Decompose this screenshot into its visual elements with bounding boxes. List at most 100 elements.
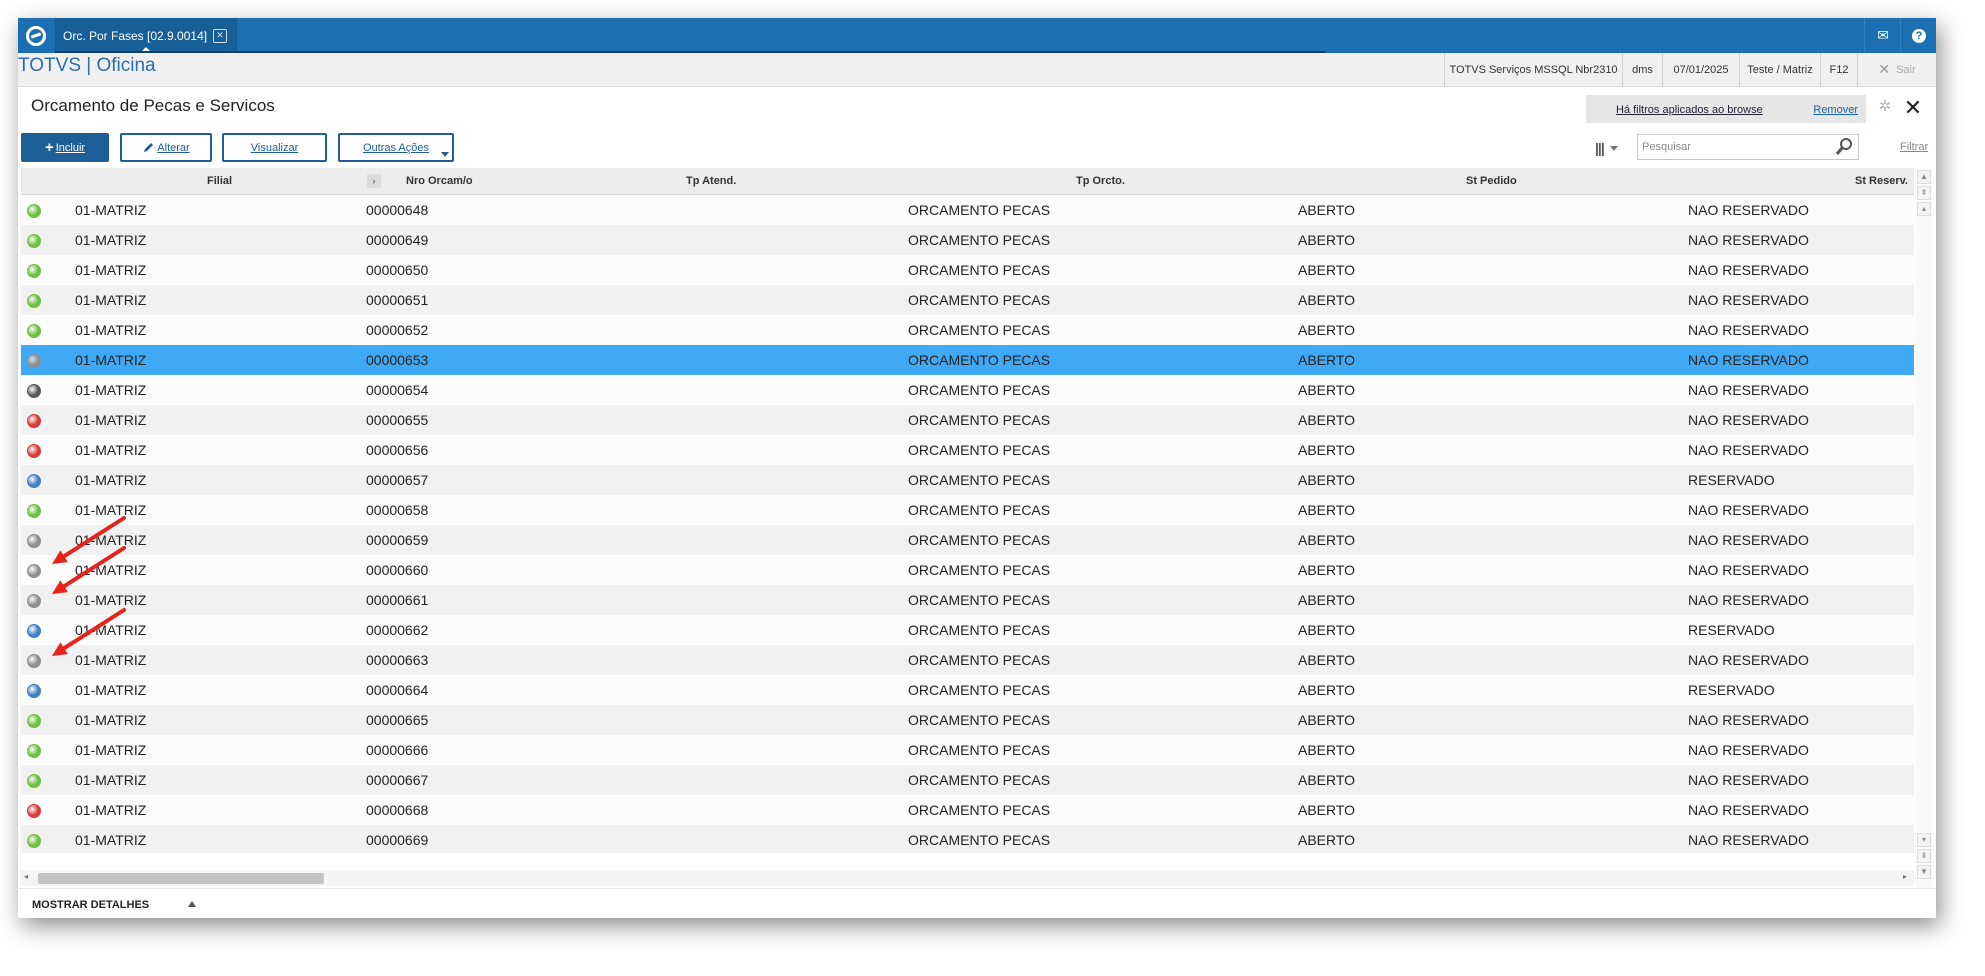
table-row[interactable]: 01-MATRIZ 00000648 ORCAMENTO PECAS ABERTO NA… bbox=[21, 195, 1914, 225]
cell-filial: 01-MATRIZ bbox=[75, 292, 147, 308]
cell-nro: 00000668 bbox=[366, 802, 429, 818]
scroll-right-icon[interactable]: ▸ bbox=[1903, 872, 1907, 881]
scroll-bottom-icon[interactable]: ▼ bbox=[1917, 865, 1931, 879]
server-info[interactable]: TOTVS Serviços MSSQL Nbr2310 bbox=[1444, 53, 1622, 86]
cell-st-pedido: ABERTO bbox=[1298, 442, 1356, 458]
table-row[interactable]: 01-MATRIZ 00000649 ORCAMENTO PECAS ABERTO NA… bbox=[21, 225, 1914, 255]
page-up-icon[interactable]: ⇞ bbox=[1917, 186, 1931, 200]
exit-button[interactable]: ✕ Sair bbox=[1857, 53, 1936, 86]
visualizar-button[interactable]: Visualizar bbox=[222, 133, 327, 162]
horizontal-scrollbar[interactable]: ◂ ▸ bbox=[21, 870, 1914, 886]
status-green-icon bbox=[27, 204, 41, 218]
cell-st-reserv: RESERVADO bbox=[1688, 622, 1775, 638]
filtrar-link[interactable]: Filtrar bbox=[1900, 141, 1928, 153]
cell-tp-orcto: ORCAMENTO PECAS bbox=[908, 802, 1051, 818]
cell-st-pedido: ABERTO bbox=[1298, 472, 1356, 488]
gear-icon[interactable]: ✲ bbox=[1875, 97, 1895, 117]
col-header-st-pedido[interactable]: St Pedido bbox=[1466, 175, 1517, 187]
date-info[interactable]: 07/01/2025 bbox=[1662, 53, 1739, 86]
cell-tp-orcto: ORCAMENTO PECAS bbox=[908, 832, 1051, 848]
search-input[interactable] bbox=[1637, 134, 1859, 160]
branch-info[interactable]: Teste / Matriz bbox=[1739, 53, 1820, 86]
table-row[interactable]: 01-MATRIZ 00000667 ORCAMENTO PECAS ABERTO NA… bbox=[21, 765, 1914, 795]
cell-st-pedido: ABERTO bbox=[1298, 622, 1356, 638]
cell-st-pedido: ABERTO bbox=[1298, 682, 1356, 698]
cell-st-pedido: ABERTO bbox=[1298, 532, 1356, 548]
filter-message-link[interactable]: Há filtros aplicados ao browse bbox=[1616, 104, 1763, 116]
remove-filter-link[interactable]: Remover bbox=[1813, 104, 1858, 116]
table-row[interactable]: 01-MATRIZ 00000666 ORCAMENTO PECAS ABERTO NA… bbox=[21, 735, 1914, 765]
close-window-button[interactable]: ✕ bbox=[1898, 94, 1928, 124]
table-row[interactable]: 01-MATRIZ 00000654 ORCAMENTO PECAS ABERTO NA… bbox=[21, 375, 1914, 405]
table-row[interactable]: 01-MATRIZ 00000662 ORCAMENTO PECAS ABERTO RE… bbox=[21, 615, 1914, 645]
vertical-scrollbar[interactable]: ▲ ⇞ ▴ ▾ ⇟ ▼ bbox=[1915, 168, 1932, 888]
scroll-left-icon[interactable]: ◂ bbox=[24, 872, 28, 881]
table-row[interactable]: 01-MATRIZ 00000653 ORCAMENTO PECAS ABERTO NA… bbox=[21, 345, 1914, 375]
cell-nro: 00000660 bbox=[366, 562, 429, 578]
show-details-button[interactable]: MOSTRAR DETALHES bbox=[32, 899, 149, 911]
f12-shortcut[interactable]: F12 bbox=[1820, 53, 1857, 86]
table-row[interactable]: 01-MATRIZ 00000651 ORCAMENTO PECAS ABERTO NA… bbox=[21, 285, 1914, 315]
cell-st-reserv: NAO RESERVADO bbox=[1688, 352, 1809, 368]
cell-st-reserv: NAO RESERVADO bbox=[1688, 322, 1809, 338]
cell-nro: 00000669 bbox=[366, 832, 429, 848]
horizontal-scroll-thumb[interactable] bbox=[38, 873, 324, 884]
table-row[interactable]: 01-MATRIZ 00000657 ORCAMENTO PECAS ABERTO RE… bbox=[21, 465, 1914, 495]
table-row[interactable]: 01-MATRIZ 00000658 ORCAMENTO PECAS ABERTO NA… bbox=[21, 495, 1914, 525]
totvs-logo-icon[interactable] bbox=[18, 18, 54, 53]
scroll-up-icon[interactable]: ▲ bbox=[1917, 170, 1931, 184]
outras-acoes-button[interactable]: Outras Ações bbox=[338, 133, 454, 162]
col-header-tp-orcto[interactable]: Tp Orcto. bbox=[1076, 175, 1125, 187]
incluir-button[interactable]: + Incluir bbox=[21, 133, 109, 162]
outras-acoes-label: Outras Ações bbox=[362, 141, 430, 154]
cell-filial: 01-MATRIZ bbox=[75, 382, 147, 398]
chevron-up-icon[interactable] bbox=[188, 901, 196, 907]
table-row[interactable]: 01-MATRIZ 00000663 ORCAMENTO PECAS ABERTO NA… bbox=[21, 645, 1914, 675]
scroll-top-icon[interactable]: ▴ bbox=[1917, 202, 1931, 216]
table-row[interactable]: 01-MATRIZ 00000656 ORCAMENTO PECAS ABERTO NA… bbox=[21, 435, 1914, 465]
table-row[interactable]: 01-MATRIZ 00000652 ORCAMENTO PECAS ABERTO NA… bbox=[21, 315, 1914, 345]
mail-icon[interactable]: ✉ bbox=[1864, 18, 1901, 53]
status-green-icon bbox=[27, 834, 41, 848]
table-row[interactable]: 01-MATRIZ 00000669 ORCAMENTO PECAS ABERTO NA… bbox=[21, 825, 1914, 853]
col-header-filial[interactable]: Filial bbox=[207, 175, 232, 187]
cell-st-reserv: NAO RESERVADO bbox=[1688, 562, 1809, 578]
scroll-down-icon[interactable]: ▾ bbox=[1917, 833, 1931, 847]
table-row[interactable]: 01-MATRIZ 00000665 ORCAMENTO PECAS ABERTO NA… bbox=[21, 705, 1914, 735]
cell-filial: 01-MATRIZ bbox=[75, 412, 147, 428]
cell-tp-orcto: ORCAMENTO PECAS bbox=[908, 652, 1051, 668]
status-green-icon bbox=[27, 324, 41, 338]
status-gray-icon bbox=[27, 594, 41, 608]
status-green-icon bbox=[27, 504, 41, 518]
close-tab-icon[interactable]: ✕ bbox=[213, 28, 228, 43]
cell-tp-orcto: ORCAMENTO PECAS bbox=[908, 712, 1051, 728]
chevron-down-icon bbox=[1609, 145, 1618, 151]
page-down-icon[interactable]: ⇟ bbox=[1917, 849, 1931, 863]
status-blue-icon bbox=[27, 474, 41, 488]
col-header-nro[interactable]: Nro Orcam/o bbox=[406, 175, 473, 187]
table-row[interactable]: 01-MATRIZ 00000664 ORCAMENTO PECAS ABERTO RE… bbox=[21, 675, 1914, 705]
col-header-tp-atend[interactable]: Tp Atend. bbox=[686, 175, 736, 187]
search-icon[interactable] bbox=[1834, 137, 1854, 157]
table-row[interactable]: 01-MATRIZ 00000655 ORCAMENTO PECAS ABERTO NA… bbox=[21, 405, 1914, 435]
grid-header: Filial › Nro Orcam/o Tp Atend. Tp Orcto.… bbox=[21, 168, 1914, 195]
cell-tp-orcto: ORCAMENTO PECAS bbox=[908, 292, 1051, 308]
status-red-icon bbox=[27, 414, 41, 428]
column-config-button[interactable]: ||| bbox=[1595, 136, 1631, 160]
table-row[interactable]: 01-MATRIZ 00000661 ORCAMENTO PECAS ABERTO NA… bbox=[21, 585, 1914, 615]
help-button[interactable]: ? bbox=[1900, 18, 1936, 53]
cell-st-pedido: ABERTO bbox=[1298, 292, 1356, 308]
alterar-button[interactable]: Alterar bbox=[120, 133, 212, 162]
chevron-right-icon[interactable]: › bbox=[367, 174, 381, 188]
status-green-icon bbox=[27, 774, 41, 788]
table-row[interactable]: 01-MATRIZ 00000650 ORCAMENTO PECAS ABERTO NA… bbox=[21, 255, 1914, 285]
user-info[interactable]: dms bbox=[1622, 53, 1662, 86]
status-green-icon bbox=[27, 294, 41, 308]
tab-orc-por-fases[interactable]: Orc. Por Fases [02.9.0014] ✕ bbox=[55, 18, 237, 54]
table-row[interactable]: 01-MATRIZ 00000668 ORCAMENTO PECAS ABERTO NA… bbox=[21, 795, 1914, 825]
cell-st-reserv: NAO RESERVADO bbox=[1688, 802, 1809, 818]
table-row[interactable]: 01-MATRIZ 00000659 ORCAMENTO PECAS ABERTO NA… bbox=[21, 525, 1914, 555]
col-header-st-reserv[interactable]: St Reserv. bbox=[1855, 175, 1908, 187]
cell-st-reserv: NAO RESERVADO bbox=[1688, 772, 1809, 788]
table-row[interactable]: 01-MATRIZ 00000660 ORCAMENTO PECAS ABERTO NA… bbox=[21, 555, 1914, 585]
